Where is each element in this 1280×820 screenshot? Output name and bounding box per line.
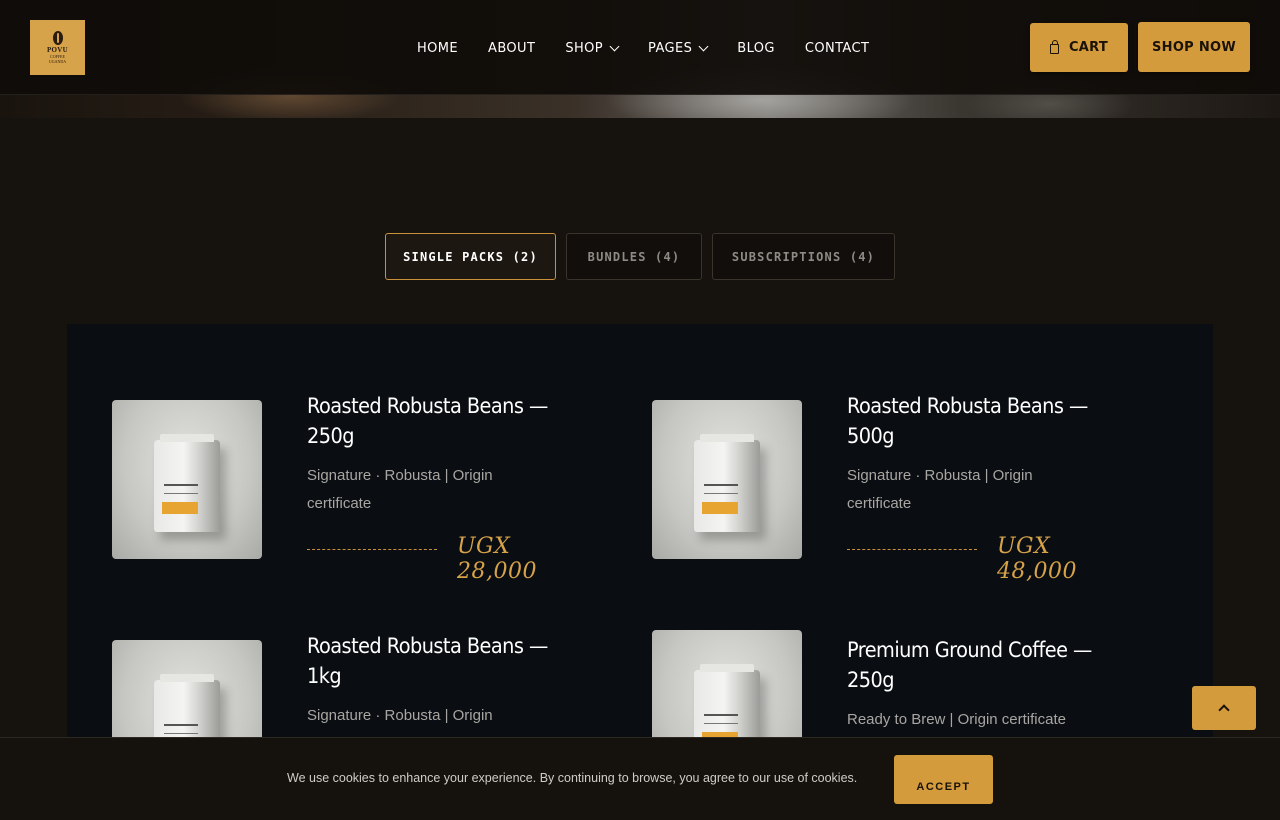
nav-label: HOME [417,40,459,56]
tab-subscriptions[interactable]: SUBSCRIPTIONS (4) [712,233,895,280]
shop-now-label: SHOP NOW [1151,39,1237,55]
chevron-down-icon [698,41,709,51]
logo-subtitle-2: UGANDA [48,59,67,64]
cookie-consent-bar: We use cookies to enhance your experienc… [0,737,1280,820]
nav-item-contact[interactable]: CONTACT [805,41,869,56]
main-nav: HOME ABOUT SHOP PAGES BLOG CONTACT [417,38,899,58]
cart-button[interactable]: CART [1030,23,1128,72]
nav-label: CONTACT [804,40,870,56]
product-meta: Signature · Robusta | Origin certificate [307,467,493,512]
coffee-bag-image [694,434,760,532]
product-meta: Signature · Robusta | Origin [307,707,493,724]
product-image[interactable] [112,400,262,559]
chevron-up-icon [1218,704,1230,716]
product-meta: Signature · Robusta | Origin certificate [847,467,1033,512]
scroll-to-top-button[interactable] [1192,686,1256,730]
tab-single-packs[interactable]: SINGLE PACKS (2) [385,233,556,280]
nav-label: PAGES [648,40,693,56]
nav-item-blog[interactable]: BLOG [737,41,775,56]
nav-item-home[interactable]: HOME [417,41,458,56]
coffee-bean-icon [52,31,63,45]
logo-brand: POVU [46,46,69,54]
nav-label: ABOUT [488,40,536,56]
shopping-bag-icon [1049,39,1059,54]
nav-label: BLOG [737,40,775,56]
accept-label: ACCEPT [916,780,971,793]
accept-cookies-button[interactable]: ACCEPT [894,755,993,804]
product-image[interactable] [652,400,802,559]
nav-item-pages[interactable]: PAGES [648,40,709,56]
product-title[interactable]: Roasted Robusta Beans — 500g [847,391,1095,451]
product-meta: Ready to Brew | Origin certificate [847,711,1066,728]
chevron-down-icon [609,41,620,51]
price-leader-dots [307,549,437,550]
product-title[interactable]: Roasted Robusta Beans — 250g [307,391,555,451]
shop-now-button[interactable]: SHOP NOW [1138,22,1250,72]
cart-label: CART [1068,40,1109,55]
nav-label: SHOP [565,40,604,56]
nav-item-about[interactable]: ABOUT [488,41,535,56]
nav-item-shop[interactable]: SHOP [565,40,620,56]
product-title[interactable]: Roasted Robusta Beans — 1kg [307,631,555,691]
product-title[interactable]: Premium Ground Coffee — 250g [847,635,1095,695]
coffee-bag-image [154,434,220,532]
site-logo[interactable]: POVU COFFEE UGANDA [30,20,85,75]
price-leader-dots [847,549,977,550]
product-price: UGX 28,000 [457,534,537,584]
site-header: POVU COFFEE UGANDA HOME ABOUT SHOP PAGES… [0,0,1280,95]
product-price: UGX 48,000 [997,534,1077,584]
tab-bundles[interactable]: BUNDLES (4) [566,233,702,280]
cookie-message: We use cookies to enhance your experienc… [287,771,858,785]
